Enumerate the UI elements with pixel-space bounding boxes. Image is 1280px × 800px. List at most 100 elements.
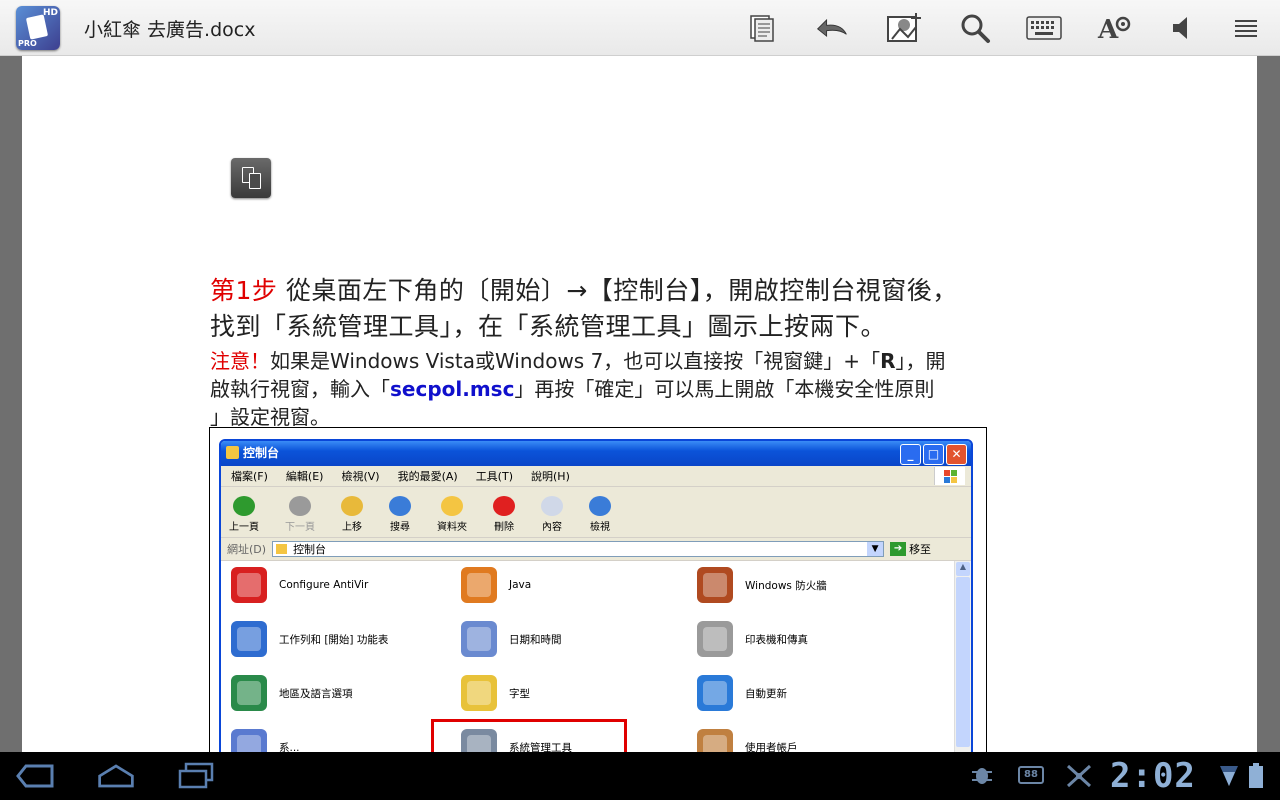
insert-image-icon[interactable] bbox=[886, 10, 922, 46]
go-button: ➔ 移至 bbox=[890, 541, 931, 557]
control-panel-item: 系... bbox=[227, 725, 300, 752]
control-panel-item-label: 日期和時間 bbox=[509, 633, 562, 646]
control-panel-item-label: Windows 防火牆 bbox=[745, 579, 827, 592]
control-panel-item-icon bbox=[227, 617, 271, 661]
note-text-1b: 」，開 bbox=[895, 349, 946, 373]
control-panel-item-icon bbox=[693, 671, 737, 715]
control-panel-item: 系統管理工具 bbox=[457, 725, 572, 752]
xp-toolbar-label: 搜尋 bbox=[390, 522, 410, 533]
note-text-2a: 啟執行視窗，輸入「 bbox=[210, 377, 390, 401]
step-line-2: 找到「系統管理工具」，在「系統管理工具」圖示上按兩下。 bbox=[210, 312, 887, 341]
wifi-icon bbox=[1218, 762, 1240, 792]
embedded-screenshot[interactable]: 控制台 _ □ ✕ 檔案(F) 編輯(E) 檢視(V) 我的最愛(A) 工具(T) 說明(… bbox=[209, 427, 987, 752]
home-icon[interactable] bbox=[96, 760, 136, 792]
control-panel-item-label: 地區及語言選項 bbox=[279, 687, 353, 700]
control-panel-item-label: 系統管理工具 bbox=[509, 741, 572, 753]
note-text-2b: 」再按「確定」可以馬上開啟「本機安全性原則 bbox=[514, 377, 935, 401]
xp-toolbar-label: 上移 bbox=[342, 522, 362, 533]
xp-toolbar-glyph-icon bbox=[233, 496, 255, 516]
address-label: 網址(D) bbox=[227, 543, 267, 556]
xp-toolbar-glyph-icon bbox=[541, 496, 563, 516]
document-title: 小紅傘 去廣告.docx bbox=[84, 19, 256, 41]
control-panel-item-icon bbox=[457, 725, 501, 752]
note-command: secpol.msc bbox=[390, 377, 515, 401]
control-panel-item-label: 自動更新 bbox=[745, 687, 787, 700]
control-panel-item-label: 工作列和 [開始] 功能表 bbox=[279, 633, 389, 646]
pro-badge: PRO bbox=[18, 39, 37, 48]
go-arrow-icon: ➔ bbox=[890, 542, 907, 556]
control-panel-item: Windows 防火牆 bbox=[693, 563, 827, 607]
xp-address-bar: 網址(D) 控制台 ▼ ➔ 移至 bbox=[221, 538, 971, 561]
battery-icon bbox=[1248, 762, 1264, 794]
app-logo[interactable]: HD PRO bbox=[16, 6, 60, 50]
control-panel-item: 地區及語言選項 bbox=[227, 671, 353, 715]
control-panel-item: 日期和時間 bbox=[457, 617, 562, 661]
search-icon[interactable] bbox=[957, 10, 993, 46]
system-navigation-bar: 88 bbox=[0, 752, 1280, 800]
xp-toolbar: 上一頁 下一頁 上移 搜尋 資料夾 刪除 內容 檢視 bbox=[221, 487, 971, 538]
menu-icon[interactable] bbox=[1228, 10, 1264, 46]
xp-toolbar-button: 資料夾 bbox=[437, 496, 467, 533]
control-panel-item: 字型 bbox=[457, 671, 530, 715]
xp-scrollbar: ▲ bbox=[954, 561, 971, 752]
system-clock[interactable]: 2:02 bbox=[1110, 756, 1196, 796]
undo-icon[interactable] bbox=[814, 10, 850, 46]
document-glyph bbox=[25, 14, 49, 40]
note-text-1a: 如果是Windows Vista或Windows 7，也可以直接按「視窗鍵」+「 bbox=[270, 349, 881, 373]
xp-toolbar-glyph-icon bbox=[441, 496, 463, 516]
chevron-down-icon: ▼ bbox=[867, 542, 884, 556]
xp-toolbar-label: 下一頁 bbox=[285, 522, 315, 533]
xp-window: 控制台 _ □ ✕ 檔案(F) 編輯(E) 檢視(V) 我的最愛(A) 工具(T) 說明(… bbox=[219, 439, 973, 752]
control-panel-item: Java bbox=[457, 563, 531, 607]
scroll-up-icon: ▲ bbox=[956, 562, 970, 576]
xp-icon-grid: ▲ Configure AntiVir Java Windows 防火牆工作列和 [… bbox=[221, 561, 971, 752]
control-panel-item-icon bbox=[693, 725, 737, 752]
folder-icon bbox=[276, 544, 288, 554]
xp-toolbar-glyph-icon bbox=[589, 496, 611, 516]
document-page[interactable]: 第1步 從桌面左下角的〔開始〕→【控制台】，開啟控制台視窗後， 找到「系統管理工… bbox=[22, 56, 1257, 752]
xp-toolbar-label: 檢視 bbox=[590, 522, 610, 533]
xp-toolbar-label: 刪除 bbox=[494, 522, 514, 533]
back-icon[interactable] bbox=[16, 760, 56, 792]
note-key: R bbox=[880, 349, 896, 373]
control-panel-item-icon bbox=[457, 617, 501, 661]
control-panel-item: 印表機和傳真 bbox=[693, 617, 808, 661]
notification-count-badge[interactable]: 88 bbox=[1018, 766, 1044, 784]
control-panel-item: Configure AntiVir bbox=[227, 563, 368, 607]
document-view-icon[interactable] bbox=[744, 10, 780, 46]
xp-toolbar-button: 下一頁 bbox=[285, 496, 315, 533]
note-line-1: 注意！如果是Windows Vista或Windows 7，也可以直接按「視窗鍵… bbox=[210, 345, 945, 374]
control-panel-item: 使用者帳戶 bbox=[693, 725, 798, 752]
step-text-1: 從桌面左下角的〔開始〕→【控制台】，開啟控制台視窗後， bbox=[277, 276, 958, 305]
xp-menu-item: 檢視(V) bbox=[341, 470, 380, 483]
svg-text:A: A bbox=[1097, 15, 1119, 44]
control-panel-item-label: Configure AntiVir bbox=[279, 579, 369, 591]
maximize-icon: □ bbox=[923, 444, 944, 465]
control-panel-item-icon bbox=[457, 671, 501, 715]
windows-flag-icon bbox=[934, 467, 965, 485]
control-panel-item-label: 字型 bbox=[509, 687, 530, 700]
xp-toolbar-glyph-icon bbox=[493, 496, 515, 516]
debug-icon[interactable] bbox=[970, 762, 994, 792]
speaker-icon[interactable] bbox=[1164, 10, 1200, 46]
keyboard-icon[interactable] bbox=[1026, 10, 1062, 46]
xp-toolbar-label: 內容 bbox=[542, 522, 562, 533]
text-format-icon[interactable]: A bbox=[1096, 10, 1132, 46]
clipboard-sheet-icon bbox=[249, 173, 261, 189]
scroll-thumb bbox=[956, 577, 970, 747]
go-label: 移至 bbox=[909, 543, 932, 556]
paste-button[interactable] bbox=[231, 158, 271, 198]
xp-toolbar-button: 刪除 bbox=[493, 496, 515, 533]
recent-apps-icon[interactable] bbox=[176, 760, 216, 792]
hd-badge: HD bbox=[42, 8, 58, 18]
control-panel-item-label: 使用者帳戶 bbox=[745, 741, 798, 753]
xp-menu-item: 編輯(E) bbox=[285, 470, 324, 483]
xp-toolbar-glyph-icon bbox=[389, 496, 411, 516]
note-line-3: 」設定視窗。 bbox=[210, 405, 330, 429]
usb-icon[interactable] bbox=[1064, 762, 1094, 794]
xp-title-bar: 控制台 _ □ ✕ bbox=[221, 441, 971, 466]
control-panel-item: 自動更新 bbox=[693, 671, 787, 715]
step-line-1: 第1步 從桌面左下角的〔開始〕→【控制台】，開啟控制台視窗後， bbox=[210, 271, 958, 307]
control-panel-item-icon bbox=[227, 671, 271, 715]
xp-toolbar-button: 上移 bbox=[341, 496, 363, 533]
